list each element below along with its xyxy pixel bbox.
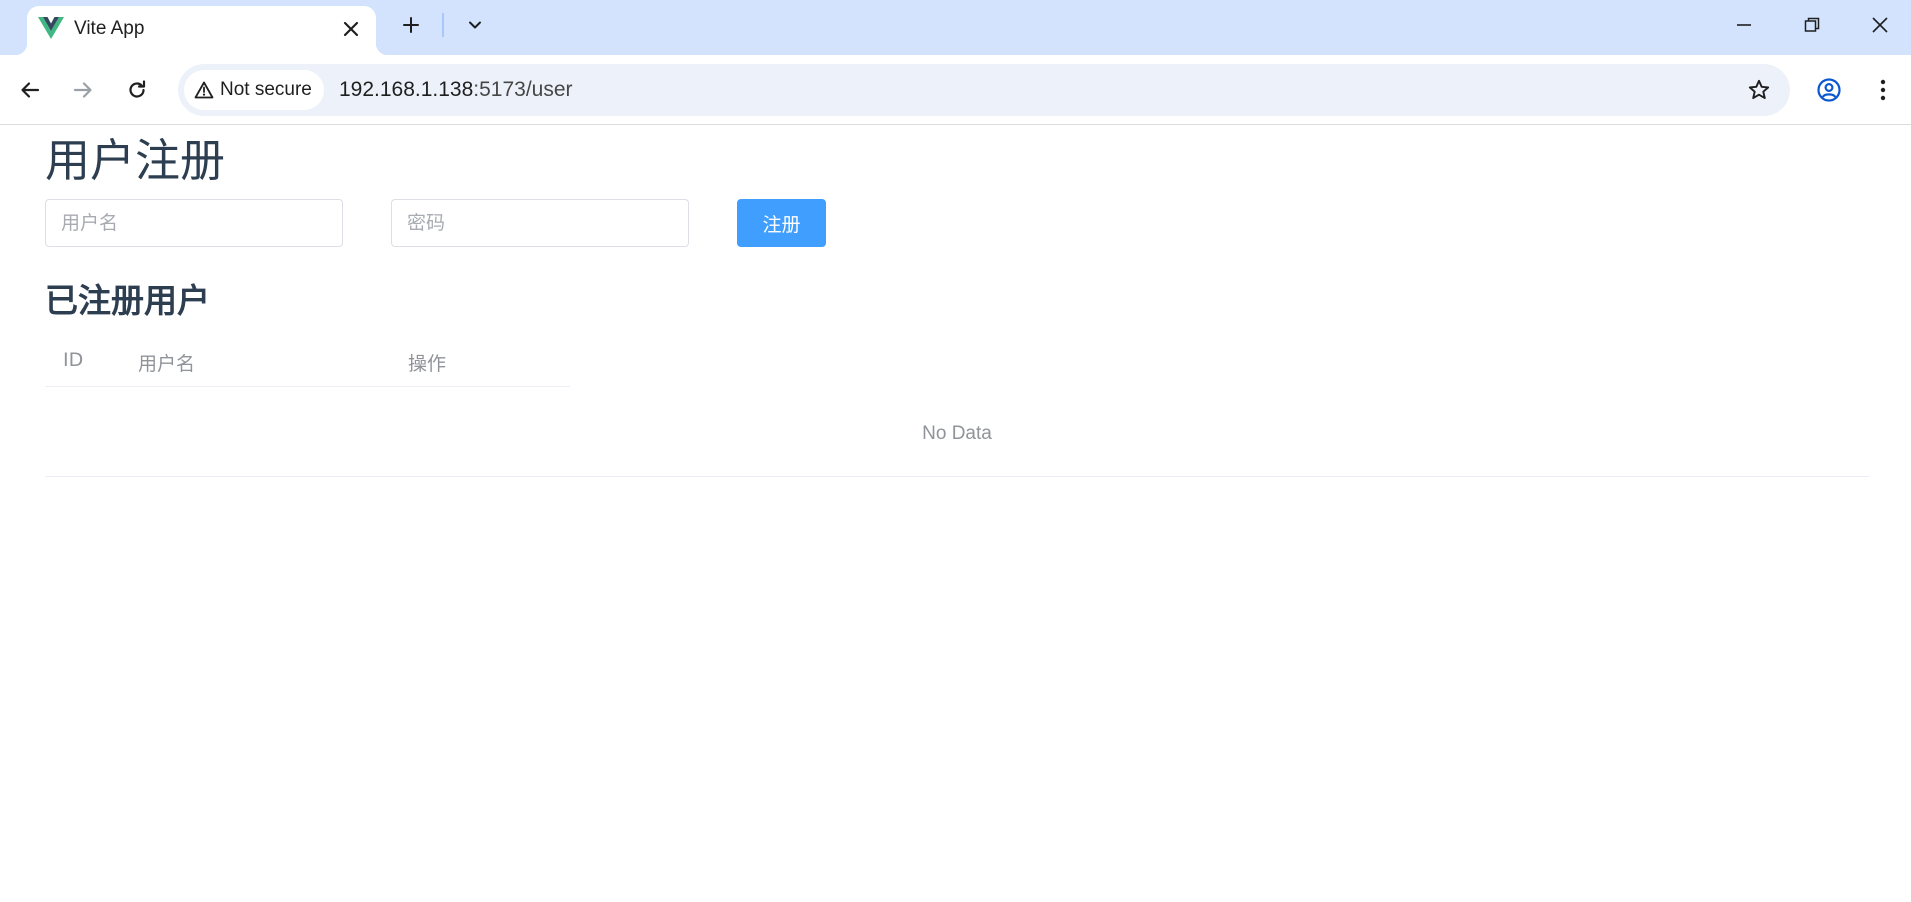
- security-chip[interactable]: Not secure: [184, 70, 324, 110]
- column-header-username: 用户名: [138, 353, 196, 375]
- reload-icon[interactable]: [118, 71, 156, 109]
- new-tab-icon[interactable]: [396, 10, 426, 40]
- empty-state-text: No Data: [922, 423, 992, 444]
- warning-triangle-icon: [194, 81, 214, 99]
- page-title: 用户注册: [45, 134, 226, 187]
- page-content: 用户注册 注册 已注册用户 ID 用户名 操作 No Data: [0, 125, 1911, 902]
- minimize-icon[interactable]: [1710, 0, 1778, 50]
- password-input[interactable]: [391, 199, 689, 247]
- tab-title: Vite App: [74, 18, 145, 39]
- column-header-actions: 操作: [408, 353, 447, 375]
- column-header-id: ID: [63, 349, 84, 371]
- url-text[interactable]: 192.168.1.138:5173/user: [339, 78, 573, 102]
- forward-arrow-icon[interactable]: [64, 71, 102, 109]
- url-host: 192.168.1.138: [339, 78, 474, 101]
- back-arrow-icon[interactable]: [11, 71, 49, 109]
- url-path: :5173/user: [473, 78, 573, 101]
- restore-icon[interactable]: [1778, 0, 1846, 50]
- tab-strip: Vite App: [0, 0, 1911, 55]
- register-button[interactable]: 注册: [737, 199, 826, 247]
- profile-icon[interactable]: [1810, 71, 1848, 109]
- users-table-header: ID 用户名 操作: [45, 331, 570, 387]
- address-bar[interactable]: Not secure 192.168.1.138:5173/user: [178, 64, 1790, 116]
- more-vert-icon[interactable]: [1864, 71, 1902, 109]
- registered-users-title: 已注册用户: [45, 281, 210, 320]
- browser-tab[interactable]: Vite App: [15, 6, 388, 55]
- username-input[interactable]: [45, 199, 343, 247]
- vue-logo-icon: [38, 17, 64, 39]
- tab-separator: [442, 13, 444, 37]
- close-window-icon[interactable]: [1846, 0, 1911, 50]
- users-table-body: No Data: [45, 387, 1869, 477]
- security-label: Not secure: [220, 79, 312, 100]
- chevron-down-icon[interactable]: [460, 10, 490, 40]
- star-icon[interactable]: [1744, 75, 1774, 105]
- close-tab-icon[interactable]: [338, 16, 364, 42]
- browser-toolbar: Not secure 192.168.1.138:5173/user: [0, 55, 1911, 125]
